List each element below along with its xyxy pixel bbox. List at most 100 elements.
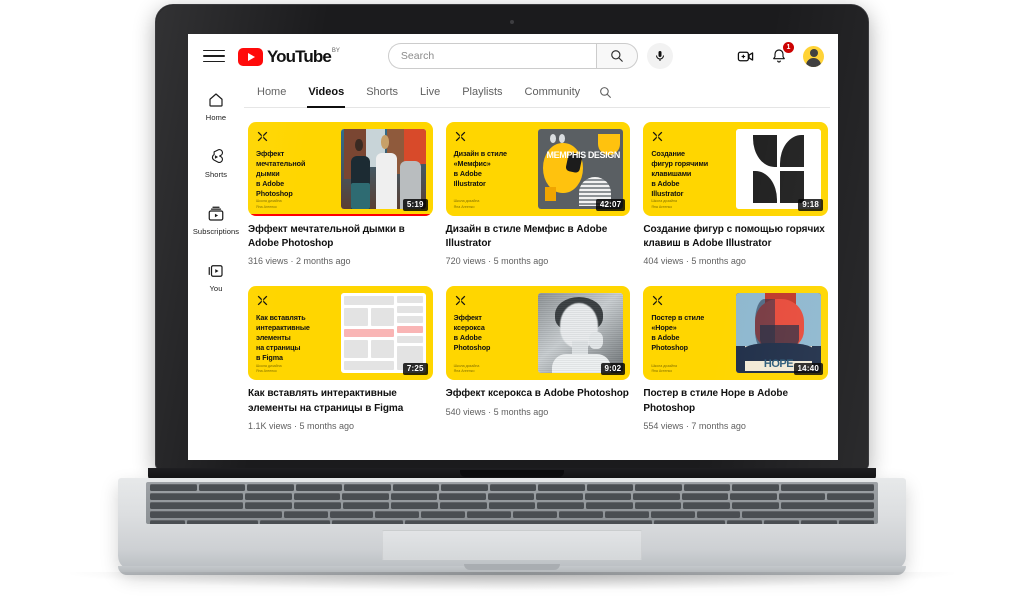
video-meta: 1.1K views · 5 months ago (248, 420, 355, 431)
video-title[interactable]: Эффект мечтательной дымки в Adobe Photos… (248, 223, 433, 251)
video-meta: 316 views · 2 months ago (248, 256, 351, 267)
thumbnail-channel-credit: Школа дизайна Яна Агеенко (651, 199, 677, 209)
tab-playlists[interactable]: Playlists (451, 78, 513, 108)
search-input[interactable] (387, 43, 596, 69)
thumbnail-title: Эффект мечтательной дымки в Adobe Photoshop (256, 149, 306, 198)
thumbnail-text-panel: Создание фигур горячими клавишами в Adobe Il… (643, 122, 736, 216)
video-thumbnail[interactable]: Дизайн в стиле «Мемфис» в Adobe Illustrator… (445, 122, 631, 216)
hinge-notch (460, 470, 564, 477)
thumbnail-artwork (735, 129, 821, 209)
video-duration: 5:19 (402, 199, 428, 211)
video-grid: Эффект мечтательной дымки в Adobe Photoshop … (244, 108, 838, 431)
youtube-logo-text: YouTube (267, 46, 332, 66)
video-thumbnail[interactable]: Постер в стиле «Hope» в Adobe Photoshop Шко… (643, 286, 828, 381)
video-meta: 540 views · 5 months ago (445, 406, 549, 417)
video-thumbnail[interactable]: Как вставлять интерактивные элементы на стр… (248, 286, 433, 381)
thumbnail-title: Эффект ксерокса в Adobe Photoshop (453, 313, 491, 353)
thumbnail-channel-credit: Школа дизайна Яна Агеенко (453, 199, 480, 209)
video-card[interactable]: Как вставлять интерактивные элементы на стр… (248, 286, 433, 431)
webcam-icon (510, 20, 514, 24)
screen-viewport: YouTube BY Search 1 Home Shorts Subscrip… (188, 34, 838, 460)
thumbnail-title: Дизайн в стиле «Мемфис» в Adobe Illustrator (453, 149, 507, 188)
thumbnail-text-panel: Эффект ксерокса в Adobe Photoshop Школа диз… (446, 286, 539, 380)
channel-brand-icon (256, 294, 269, 307)
thumbnail-title: Как вставлять интерактивные элементы на стр… (256, 313, 310, 363)
search-submit-button[interactable] (595, 43, 638, 69)
video-title[interactable]: Эффект ксерокса в Adobe Photoshop (446, 387, 631, 401)
video-card[interactable]: Эффект ксерокса в Adobe Photoshop Школа диз… (445, 286, 631, 430)
sidebar-item-shorts[interactable]: Shorts (190, 145, 242, 182)
thumbnail-channel-credit: Школа дизайна Яна Агеенко (453, 363, 480, 373)
thumbnail-artwork (340, 293, 426, 374)
thumbnail-artwork (538, 293, 624, 374)
video-card[interactable]: Постер в стиле «Hope» в Adobe Photoshop Шко… (643, 286, 828, 431)
channel-search-button[interactable] (599, 86, 612, 99)
video-thumbnail[interactable]: Эффект мечтательной дымки в Adobe Photoshop … (248, 122, 433, 216)
tab-home[interactable]: Home (246, 78, 297, 108)
laptop-trackpad (382, 530, 642, 560)
video-duration: 7:25 (402, 363, 428, 376)
laptop-keyboard (146, 482, 878, 524)
artwork-text: MEMPHIS DESIGN (546, 149, 621, 160)
laptop-base-notch (464, 564, 560, 570)
sidebar-item-you[interactable]: You (190, 259, 242, 296)
channel-brand-icon (651, 294, 664, 307)
sidebar-item-label: Shorts (204, 170, 228, 179)
thumbnail-text-panel: Как вставлять интерактивные элементы на стр… (248, 286, 341, 380)
tab-shorts[interactable]: Shorts (355, 78, 409, 108)
youtube-body: Home Shorts Subscriptions You Home Video… (188, 78, 838, 460)
video-meta: 720 views · 5 months ago (445, 256, 549, 267)
tab-live[interactable]: Live (409, 78, 451, 108)
video-title[interactable]: Постер в стиле Hope в Adobe Photoshop (643, 387, 828, 415)
tab-videos[interactable]: Videos (297, 78, 355, 108)
search-area (387, 43, 673, 69)
avatar[interactable] (803, 45, 824, 67)
create-video-icon[interactable] (735, 46, 755, 66)
thumbnail-artwork (340, 129, 426, 209)
video-duration: 14:40 (793, 363, 823, 376)
video-thumbnail[interactable]: Эффект ксерокса в Adobe Photoshop Школа диз… (445, 286, 631, 381)
video-title[interactable]: Создание фигур с помощью горячих клавиш … (643, 223, 828, 251)
thumbnail-text-panel: Эффект мечтательной дымки в Adobe Photoshop … (248, 122, 341, 216)
sidebar-item-label: You (209, 284, 223, 293)
video-card[interactable]: Создание фигур горячими клавишами в Adobe Il… (643, 122, 828, 266)
video-meta: 554 views · 7 months ago (643, 420, 746, 431)
video-title[interactable]: Дизайн в стиле Мемфис в Adobe Illustrato… (446, 223, 631, 251)
channel-brand-icon (651, 130, 664, 143)
youtube-logo[interactable]: YouTube BY (238, 47, 340, 66)
home-icon (209, 93, 223, 107)
thumbnail-text-panel: Дизайн в стиле «Мемфис» в Adobe Illustrator… (446, 122, 539, 216)
thumbnail-artwork: MEMPHIS DESIGN (538, 129, 624, 209)
sidebar-item-subscriptions[interactable]: Subscriptions (190, 202, 242, 239)
youtube-logo-country: BY (331, 47, 340, 54)
subscriptions-icon (208, 206, 224, 221)
video-card[interactable]: Дизайн в стиле «Мемфис» в Adobe Illustrator… (445, 122, 631, 267)
channel-brand-icon (454, 294, 467, 307)
sidebar: Home Shorts Subscriptions You (188, 78, 244, 460)
avatar-body (806, 57, 821, 67)
search-icon (611, 50, 623, 62)
video-title[interactable]: Как вставлять интерактивные элементы на … (248, 387, 433, 415)
thumbnail-artwork: HOPE (735, 293, 821, 374)
channel-brand-icon (256, 130, 269, 143)
laptop-mockup: YouTube BY Search 1 Home Shorts Subscrip… (0, 0, 1024, 603)
youtube-play-icon (238, 47, 263, 66)
channel-brand-icon (454, 130, 467, 143)
voice-search-button[interactable] (646, 43, 673, 69)
channel-tabs: Home Videos Shorts Live Playlists Commun… (244, 78, 830, 108)
shorts-icon (211, 149, 223, 163)
tab-community[interactable]: Community (514, 78, 592, 108)
video-duration: 42:07 (595, 199, 626, 211)
video-meta: 404 views · 5 months ago (643, 256, 746, 267)
thumbnail-channel-credit: Школа дизайна Яна Агеенко (256, 199, 282, 209)
video-thumbnail[interactable]: Создание фигур горячими клавишами в Adobe Il… (643, 122, 828, 216)
sidebar-item-label: Subscriptions (192, 227, 240, 236)
video-card[interactable]: Эффект мечтательной дымки в Adobe Photoshop … (248, 122, 433, 266)
hamburger-menu-icon[interactable] (200, 42, 228, 70)
sidebar-item-home[interactable]: Home (190, 88, 242, 125)
notifications-button[interactable]: 1 (769, 42, 794, 66)
search-form (387, 43, 638, 69)
youtube-topbar: YouTube BY Search 1 (188, 34, 838, 78)
thumbnail-text-panel: Постер в стиле «Hope» в Adobe Photoshop Шко… (643, 286, 736, 380)
thumbnail-channel-credit: Школа дизайна Яна Агеенко (256, 363, 282, 373)
